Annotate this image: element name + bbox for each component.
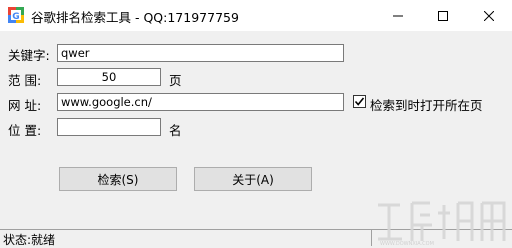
svg-text:WWW.DOWNXIA.COM: WWW.DOWNXIA.COM (380, 241, 434, 246)
position-label: 位 置: (8, 123, 42, 138)
range-unit-label: 页 (169, 73, 182, 88)
window-title: 谷歌排名检索工具 - QQ:171977759 (31, 10, 239, 25)
keyword-input[interactable]: qwer (57, 44, 344, 62)
minimize-button[interactable] (375, 0, 421, 31)
open-page-checkbox-label[interactable]: 检索到时打开所在页 (370, 95, 483, 114)
maximize-icon (438, 10, 448, 21)
minimize-icon (393, 15, 403, 16)
keyword-label: 关键字: (8, 48, 50, 63)
range-input[interactable]: 50 (57, 68, 161, 86)
app-logo-icon: G (8, 7, 24, 23)
status-text: 状态:就绪 (3, 233, 56, 247)
watermark-logo: WWW.DOWNXIA.COM (378, 201, 506, 246)
close-button[interactable] (466, 0, 512, 31)
about-button-label: 关于(A) (232, 172, 274, 187)
maximize-button[interactable] (420, 0, 466, 31)
url-label: 网 址: (8, 98, 42, 113)
range-label: 范 围: (8, 73, 42, 88)
svg-text:G: G (12, 12, 19, 22)
about-button[interactable]: 关于(A) (194, 167, 312, 191)
position-unit-label: 名 (169, 123, 182, 138)
close-icon (484, 10, 494, 21)
checkmark-icon (354, 97, 365, 106)
open-page-checkbox[interactable] (353, 95, 366, 108)
title-bar: G 谷歌排名检索工具 - QQ:171977759 (0, 0, 512, 31)
url-input[interactable]: www.google.cn/ (57, 93, 344, 111)
search-button[interactable]: 检索(S) (59, 167, 177, 191)
search-button-label: 检索(S) (97, 172, 139, 187)
position-input[interactable] (57, 118, 161, 136)
